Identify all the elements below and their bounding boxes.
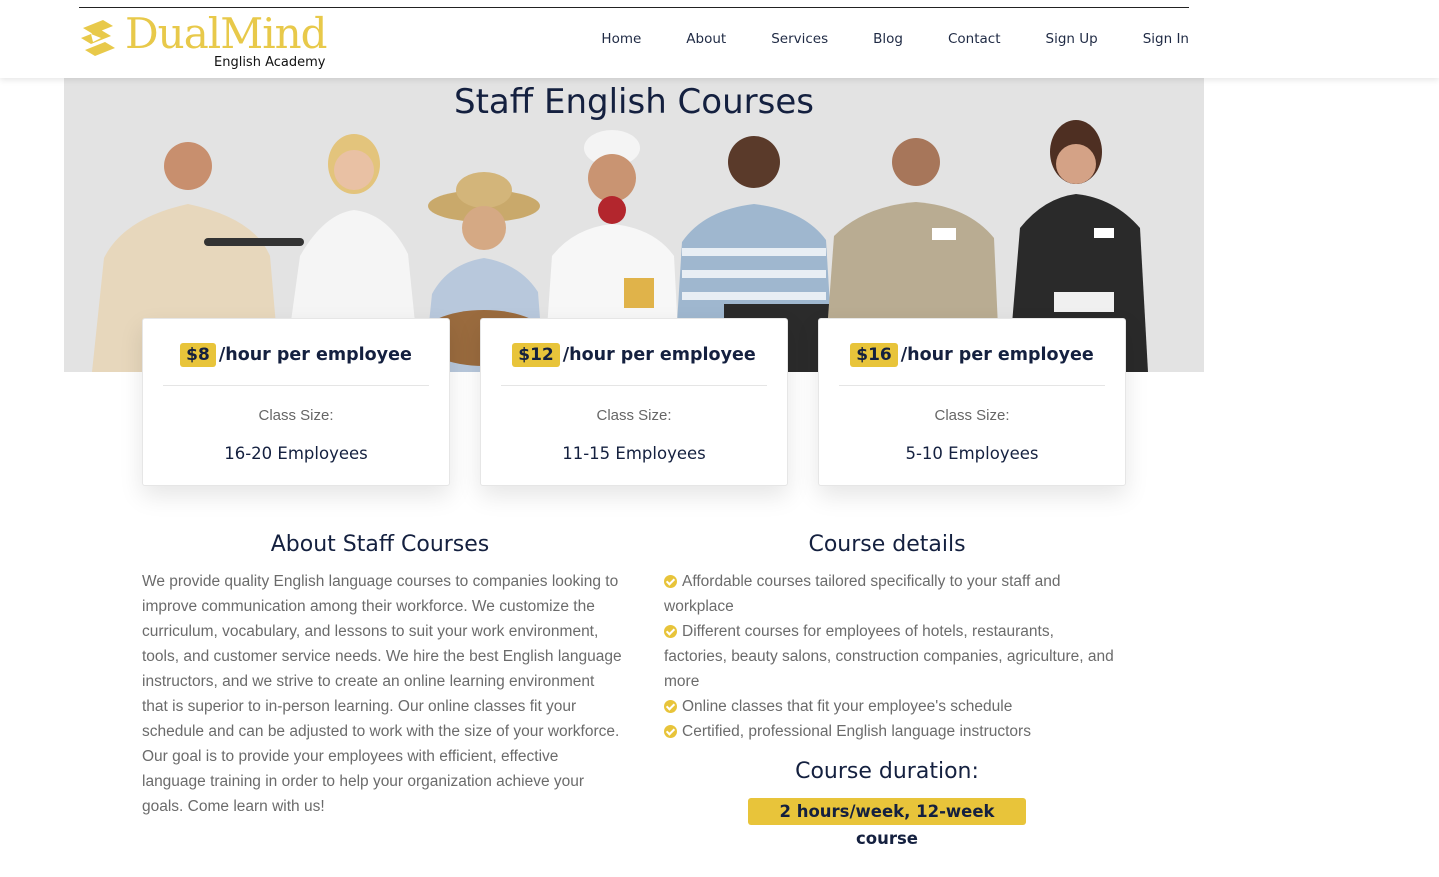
nav-sign-up[interactable]: Sign Up <box>1046 31 1098 47</box>
about-text: We provide quality English language cour… <box>142 573 622 815</box>
header-top-line <box>79 7 1189 8</box>
price-badge: $12 <box>512 343 560 367</box>
class-size-value: 16-20 Employees <box>224 444 368 463</box>
class-size-label: Class Size: <box>258 407 334 424</box>
logo-tagline: English Academy <box>214 55 326 70</box>
detail-text: Different courses for employees of hotel… <box>664 623 1114 690</box>
pricing-card: $16/hour per employee Class Size: 5-10 E… <box>818 318 1126 486</box>
card-divider <box>163 385 429 386</box>
nav-services[interactable]: Services <box>771 31 828 47</box>
pricing-card: $8/hour per employee Class Size: 16-20 E… <box>142 318 450 486</box>
class-size-value: 11-15 Employees <box>562 444 706 463</box>
check-circle-icon <box>664 700 677 713</box>
details-list: Affordable courses tailored specifically… <box>664 569 1114 744</box>
list-item: Certified, professional English language… <box>664 719 1114 744</box>
card-divider <box>501 385 767 386</box>
duration-badge: 2 hours/week, 12-week course <box>748 798 1026 848</box>
price-unit: /hour per employee <box>900 345 1094 365</box>
price-row: $8/hour per employee <box>143 343 449 367</box>
logo-wordmark: DualMind <box>125 9 328 58</box>
list-item: Different courses for employees of hotel… <box>664 619 1114 694</box>
class-size-value: 5-10 Employees <box>905 444 1039 463</box>
nav-contact[interactable]: Contact <box>948 31 1001 47</box>
nav-home[interactable]: Home <box>601 31 641 47</box>
nav-about[interactable]: About <box>686 31 726 47</box>
logo[interactable]: DualMind English Academy <box>79 10 339 72</box>
nav-sign-in[interactable]: Sign In <box>1143 31 1189 47</box>
check-circle-icon <box>664 625 677 638</box>
price-badge: $8 <box>180 343 216 367</box>
about-title: About Staff Courses <box>270 532 490 557</box>
details-title: Course details <box>808 532 966 557</box>
price-unit: /hour per employee <box>218 345 412 365</box>
detail-text: Affordable courses tailored specifically… <box>664 573 1061 615</box>
site-header: DualMind English Academy Home About Serv… <box>0 0 1439 78</box>
pricing-card: $12/hour per employee Class Size: 11-15 … <box>480 318 788 486</box>
price-row: $12/hour per employee <box>481 343 787 367</box>
class-size-label: Class Size: <box>596 407 672 424</box>
nav-blog[interactable]: Blog <box>873 31 903 47</box>
class-size-label: Class Size: <box>934 407 1010 424</box>
detail-text: Certified, professional English language… <box>682 723 1031 740</box>
detail-text: Online classes that fit your employee's … <box>682 698 1013 715</box>
card-divider <box>839 385 1105 386</box>
list-item: Online classes that fit your employee's … <box>664 694 1114 719</box>
check-circle-icon <box>664 575 677 588</box>
page-title: Staff English Courses <box>454 82 814 122</box>
price-badge: $16 <box>850 343 898 367</box>
list-item: Affordable courses tailored specifically… <box>664 569 1114 619</box>
check-circle-icon <box>664 725 677 738</box>
price-unit: /hour per employee <box>562 345 756 365</box>
duration-title: Course duration: <box>795 759 979 784</box>
price-row: $16/hour per employee <box>819 343 1125 367</box>
logo-mark-icon <box>81 20 115 56</box>
main-nav: Home About Services Blog Contact Sign Up… <box>556 31 1189 47</box>
